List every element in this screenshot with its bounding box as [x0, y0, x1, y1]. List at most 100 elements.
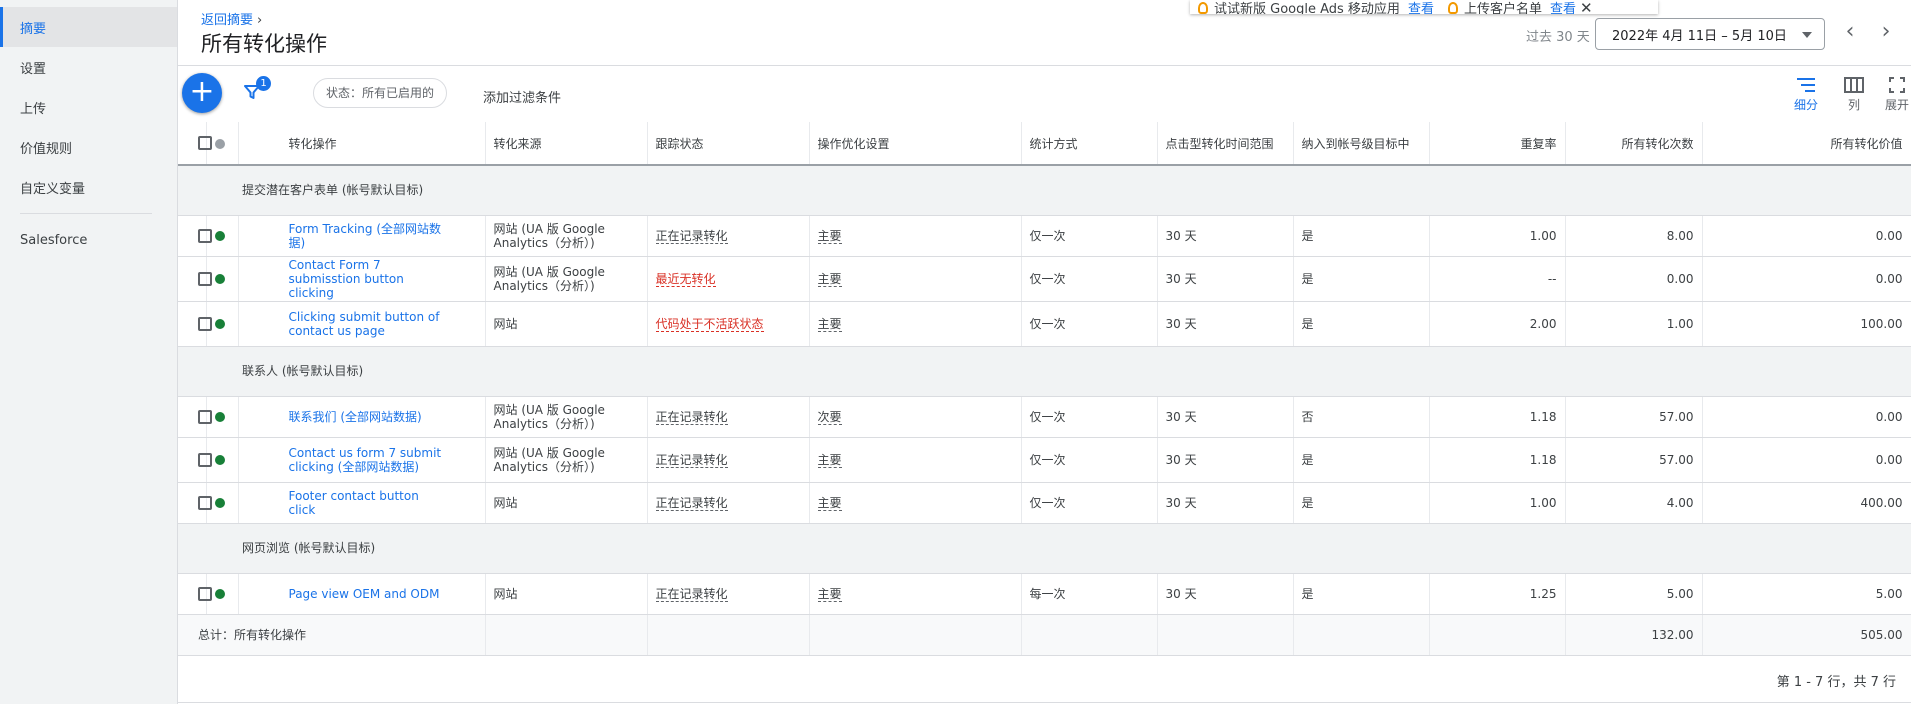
- breadcrumb[interactable]: 返回摘要 ›: [201, 9, 262, 28]
- tracking-status[interactable]: 正在记录转化: [655, 586, 728, 602]
- optimization-setting[interactable]: 主要: [817, 586, 842, 602]
- conversion-action-link[interactable]: Contact us form 7 submit clicking (全部网站数…: [289, 446, 442, 474]
- source-cell: 网站 (UA 版 Google Analytics（分析）): [485, 437, 648, 483]
- row-checkbox-cell: [178, 573, 212, 615]
- table-row[interactable]: 联系我们 (全部网站数据) 网站 (UA 版 Google Analytics（分…: [178, 396, 1911, 438]
- action-cell: Page view OEM and ODM: [238, 573, 486, 615]
- tracking-cell: 代码处于不活跃状态: [647, 301, 810, 347]
- table-row[interactable]: Contact Form 7 submisstion button clicki…: [178, 256, 1911, 302]
- header-tracking[interactable]: 跟踪状态: [647, 122, 810, 166]
- total-empty-cell: [809, 614, 1022, 656]
- notification-mobile-app: 试试新版 Google Ads 移动应用 查看: [1198, 0, 1434, 14]
- all-conv-cell: 57.00: [1565, 396, 1703, 438]
- table-row[interactable]: Page view OEM and ODM 网站 正在记录转化 主要 每一次 30 天是1…: [178, 573, 1911, 615]
- optimization-setting[interactable]: 主要: [817, 316, 842, 332]
- header-action[interactable]: 转化操作: [238, 122, 486, 166]
- sidebar-item-custom-variables[interactable]: 自定义变量: [0, 167, 177, 207]
- notification-text: 试试新版 Google Ads 移动应用: [1214, 2, 1400, 14]
- chevron-left-icon[interactable]: ‹: [1836, 18, 1864, 46]
- include-cell: 是: [1293, 301, 1430, 347]
- action-cell: Contact Form 7 submisstion button clicki…: [238, 256, 486, 302]
- header-all-value[interactable]: 所有转化价值: [1702, 122, 1911, 166]
- tracking-status[interactable]: 正在记录转化: [655, 228, 728, 244]
- conversion-action-link[interactable]: Footer contact button click: [289, 489, 419, 517]
- tracking-status[interactable]: 最近无转化: [655, 271, 716, 287]
- sidebar-item-settings[interactable]: 设置: [0, 47, 177, 87]
- expand-button[interactable]: 展开: [1877, 74, 1911, 113]
- conversion-action-link[interactable]: Clicking submit button of contact us pag…: [289, 310, 440, 338]
- caret-down-icon: [1802, 32, 1812, 38]
- notification-view-link[interactable]: 查看: [1550, 0, 1576, 14]
- row-checkbox[interactable]: [198, 271, 212, 286]
- select-all-checkbox[interactable]: [198, 136, 212, 151]
- row-checkbox[interactable]: [198, 452, 212, 467]
- notification-view-link[interactable]: 查看: [1408, 0, 1434, 14]
- date-range-picker[interactable]: 2022年 4月 11日 – 5月 10日: [1595, 18, 1825, 50]
- optimization-setting[interactable]: 主要: [817, 271, 842, 287]
- lightbulb-icon: [1198, 1, 1208, 14]
- header-optimization[interactable]: 操作优化设置: [809, 122, 1022, 166]
- total-empty-cell: [1293, 614, 1430, 656]
- breadcrumb-link[interactable]: 返回摘要: [201, 13, 253, 28]
- select-all-cell: [178, 122, 212, 166]
- tracking-status[interactable]: 正在记录转化: [655, 495, 728, 511]
- sidebar-item-uploads[interactable]: 上传: [0, 87, 177, 127]
- total-empty-cell: [647, 614, 810, 656]
- conversion-action-link[interactable]: 联系我们 (全部网站数据): [289, 410, 422, 424]
- all-value-cell: 100.00: [1702, 301, 1911, 347]
- tracking-cell: 正在记录转化: [647, 396, 810, 438]
- notification-bar: 试试新版 Google Ads 移动应用 查看 上传客户名单 查看 ✕: [1190, 0, 1658, 14]
- sidebar: 摘要 设置 上传 价值规则 自定义变量 Salesforce: [0, 0, 178, 704]
- sidebar-item-value-rules[interactable]: 价值规则: [0, 127, 177, 167]
- header-count[interactable]: 统计方式: [1021, 122, 1158, 166]
- header-include[interactable]: 纳入到帐号级目标中: [1293, 122, 1430, 166]
- columns-button[interactable]: 列: [1834, 74, 1874, 113]
- action-cell: Clicking submit button of contact us pag…: [238, 301, 486, 347]
- header-repeat[interactable]: 重复率: [1429, 122, 1566, 166]
- notification-text: 上传客户名单: [1463, 2, 1542, 14]
- table-row[interactable]: Contact us form 7 submit clicking (全部网站数…: [178, 437, 1911, 483]
- row-checkbox[interactable]: [198, 586, 212, 601]
- sidebar-item-summary[interactable]: 摘要: [0, 7, 177, 47]
- header-all-conv[interactable]: 所有转化次数: [1565, 122, 1703, 166]
- fullscreen-icon: [1877, 74, 1911, 96]
- header-source[interactable]: 转化来源: [485, 122, 648, 166]
- optimization-setting[interactable]: 主要: [817, 228, 842, 244]
- close-icon[interactable]: ✕: [1580, 0, 1593, 14]
- optimization-setting[interactable]: 次要: [817, 409, 842, 425]
- sidebar-item-salesforce[interactable]: Salesforce: [0, 220, 177, 260]
- add-filter-button[interactable]: 添加过滤条件: [483, 87, 561, 106]
- row-checkbox[interactable]: [198, 409, 212, 424]
- table-row[interactable]: Footer contact button click 网站 正在记录转化 主要 仅一次…: [178, 482, 1911, 524]
- include-cell: 是: [1293, 482, 1430, 524]
- conversions-table-wrap: 转化操作 转化来源 跟踪状态 操作优化设置 统计方式 点击型转化时间范围 纳入到…: [178, 122, 1911, 656]
- tracking-status[interactable]: 代码处于不活跃状态: [655, 316, 764, 332]
- header-window[interactable]: 点击型转化时间范围: [1157, 122, 1294, 166]
- conversion-action-link[interactable]: Contact Form 7 submisstion button clicki…: [289, 258, 404, 300]
- enabled-status-icon: [214, 412, 225, 422]
- optimization-setting[interactable]: 主要: [817, 452, 842, 468]
- tracking-status[interactable]: 正在记录转化: [655, 409, 728, 425]
- table-row[interactable]: Form Tracking (全部网站数据) 网站 (UA 版 Google An…: [178, 215, 1911, 257]
- count-cell: 仅一次: [1021, 437, 1158, 483]
- row-checkbox[interactable]: [198, 495, 212, 510]
- table-row[interactable]: Clicking submit button of contact us pag…: [178, 301, 1911, 347]
- all-value-cell: 5.00: [1702, 573, 1911, 615]
- optimization-cell: 主要: [809, 215, 1022, 257]
- add-conversion-button[interactable]: +: [182, 73, 222, 113]
- tracking-status[interactable]: 正在记录转化: [655, 452, 728, 468]
- total-all-conv: 132.00: [1565, 614, 1703, 656]
- segment-button[interactable]: 细分: [1786, 74, 1826, 113]
- table-header-row: 转化操作 转化来源 跟踪状态 操作优化设置 统计方式 点击型转化时间范围 纳入到…: [178, 122, 1911, 166]
- page-title: 所有转化操作: [201, 32, 327, 56]
- row-checkbox[interactable]: [198, 316, 212, 331]
- chevron-right-icon[interactable]: ›: [1872, 18, 1900, 46]
- date-range-label: 过去 30 天: [1526, 30, 1590, 45]
- row-checkbox[interactable]: [198, 228, 212, 243]
- count-cell: 每一次: [1021, 573, 1158, 615]
- conversion-action-link[interactable]: Page view OEM and ODM: [289, 587, 440, 601]
- conversion-action-link[interactable]: Form Tracking (全部网站数据): [289, 222, 442, 250]
- status-filter-chip[interactable]: 状态：所有已启用的: [313, 78, 448, 108]
- tracking-cell: 正在记录转化: [647, 482, 810, 524]
- optimization-setting[interactable]: 主要: [817, 495, 842, 511]
